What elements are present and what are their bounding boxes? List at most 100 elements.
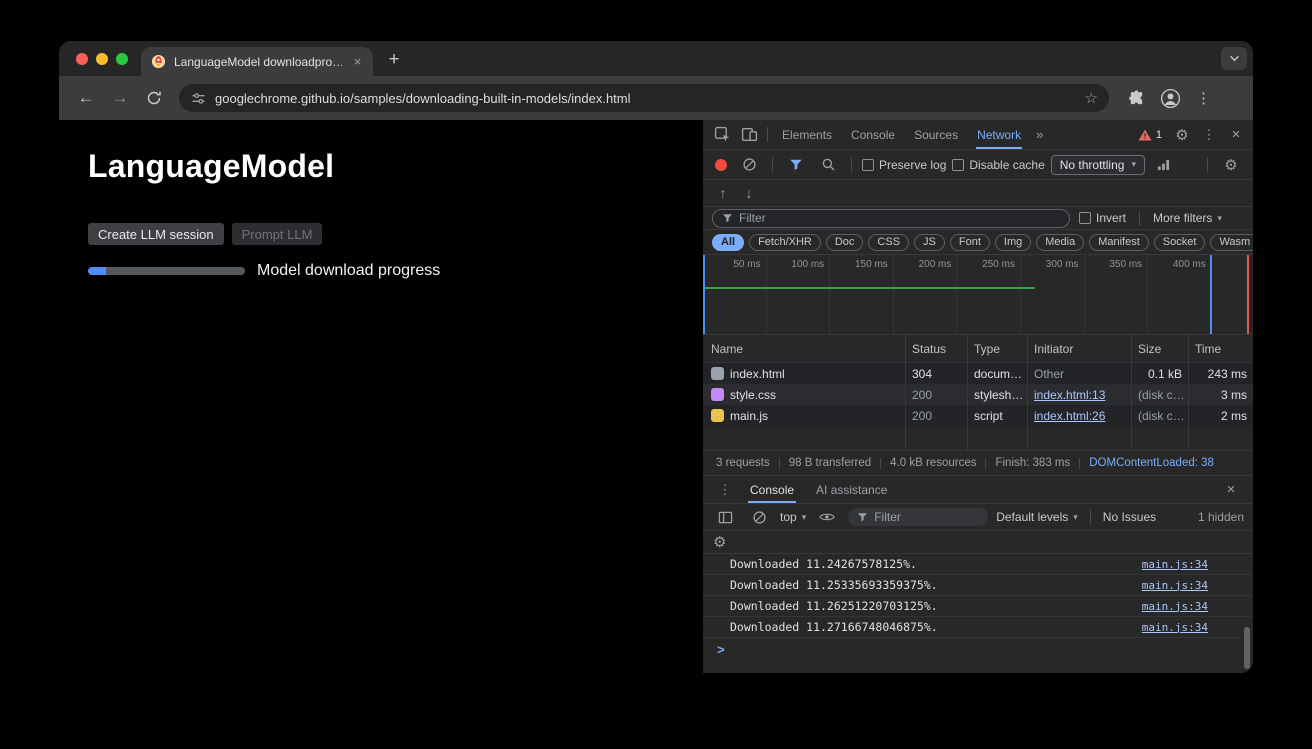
network-search-button[interactable] — [815, 153, 841, 177]
chip-doc[interactable]: Doc — [826, 234, 864, 251]
throttling-select[interactable]: No throttling ▾ — [1051, 155, 1145, 175]
console-settings-icon[interactable]: ⚙ — [713, 533, 726, 551]
initiator-link[interactable]: index.html:26 — [1034, 409, 1105, 423]
console-filter-input[interactable]: Filter — [848, 508, 988, 526]
request-time: 3 ms — [1188, 384, 1253, 405]
more-tabs-icon[interactable]: » — [1031, 127, 1048, 142]
clear-console-button[interactable] — [746, 505, 772, 529]
invert-control[interactable]: Invert — [1079, 211, 1126, 225]
column-type[interactable]: Type — [967, 335, 1027, 362]
divider — [1090, 510, 1091, 525]
tab-elements[interactable]: Elements — [773, 120, 841, 149]
table-row[interactable]: style.css 200 stylesh… index.html:13 (di… — [703, 384, 1253, 405]
console-message: Downloaded 11.26251220703125%. main.js:3… — [703, 596, 1253, 617]
table-row[interactable]: index.html 304 docum… Other 0.1 kB 243 m… — [703, 363, 1253, 384]
column-status[interactable]: Status — [905, 335, 967, 362]
window-close-button[interactable] — [76, 53, 88, 65]
column-name[interactable]: Name — [703, 335, 905, 362]
issues-button[interactable]: 1 — [1132, 129, 1168, 141]
hidden-messages-count[interactable]: 1 hidden — [1198, 510, 1244, 524]
column-initiator[interactable]: Initiator — [1027, 335, 1131, 362]
forward-button[interactable]: → — [105, 83, 135, 113]
tab-close-icon[interactable]: × — [350, 54, 365, 69]
record-network-log-button[interactable] — [715, 159, 727, 171]
chevron-down-icon — [1229, 55, 1240, 62]
drawer-scrollbar[interactable] — [1244, 627, 1250, 669]
filter-toggle-button[interactable] — [783, 153, 809, 177]
chip-all[interactable]: All — [712, 234, 744, 251]
source-link[interactable]: main.js:34 — [1142, 558, 1208, 571]
devtools-settings-icon[interactable]: ⚙ — [1169, 123, 1195, 147]
window-minimize-button[interactable] — [96, 53, 108, 65]
more-filters-dropdown[interactable]: More filters ▾ — [1153, 211, 1222, 225]
console-prompt[interactable]: > — [703, 638, 1253, 660]
tab-console[interactable]: Console — [842, 120, 904, 149]
chip-css[interactable]: CSS — [868, 234, 909, 251]
drawer-tab-ai-assistance[interactable]: AI assistance — [806, 476, 897, 503]
bookmark-star-icon[interactable]: ☆ — [1085, 89, 1098, 107]
execution-context-selector[interactable]: top ▾ — [780, 510, 806, 524]
browser-window: LanguageModel downloadpro… × + ← → googl… — [59, 41, 1253, 673]
devtools-menu-icon[interactable]: ⋮ — [1196, 123, 1222, 147]
drawer-tab-console[interactable]: Console — [740, 476, 804, 503]
inspect-element-button[interactable] — [709, 123, 735, 147]
export-har-icon[interactable]: ↓ — [738, 185, 760, 201]
preserve-log-checkbox[interactable] — [862, 159, 874, 171]
chip-wasm[interactable]: Wasm — [1210, 234, 1253, 251]
no-issues-label[interactable]: No Issues — [1103, 510, 1156, 524]
column-time[interactable]: Time — [1188, 335, 1253, 362]
invert-checkbox[interactable] — [1079, 212, 1091, 224]
message-text: Downloaded 11.25335693359375%. — [730, 578, 938, 592]
sidebar-panel-icon — [718, 510, 733, 525]
devtools-close-icon[interactable]: × — [1223, 123, 1249, 147]
source-link[interactable]: main.js:34 — [1142, 621, 1208, 634]
network-filter-input[interactable]: Filter — [712, 209, 1070, 228]
chip-js[interactable]: JS — [914, 234, 945, 251]
browser-tab[interactable]: LanguageModel downloadpro… × — [141, 47, 373, 76]
drawer-menu-icon[interactable]: ⋮ — [712, 478, 738, 502]
log-levels-dropdown[interactable]: Default levels ▾ — [996, 510, 1078, 524]
profile-avatar[interactable] — [1160, 88, 1181, 109]
import-har-icon[interactable]: ↑ — [712, 185, 734, 201]
console-sidebar-toggle[interactable] — [712, 505, 738, 529]
preserve-log-control[interactable]: Preserve log — [862, 158, 946, 172]
tab-sources[interactable]: Sources — [905, 120, 967, 149]
initiator-link[interactable]: index.html:13 — [1034, 388, 1105, 402]
chip-font[interactable]: Font — [950, 234, 990, 251]
window-zoom-button[interactable] — [116, 53, 128, 65]
source-link[interactable]: main.js:34 — [1142, 579, 1208, 592]
tab-network[interactable]: Network — [968, 120, 1030, 149]
network-conditions-button[interactable] — [1151, 153, 1177, 177]
site-settings-icon[interactable] — [191, 91, 206, 106]
chip-socket[interactable]: Socket — [1154, 234, 1206, 251]
clear-icon — [742, 157, 757, 172]
device-toolbar-button[interactable] — [736, 123, 762, 147]
drawer-close-icon[interactable]: × — [1218, 478, 1244, 502]
clear-network-log-button[interactable] — [736, 153, 762, 177]
network-settings-icon[interactable]: ⚙ — [1218, 153, 1244, 177]
address-bar[interactable]: googlechrome.github.io/samples/downloadi… — [179, 84, 1109, 112]
chip-fetch-xhr[interactable]: Fetch/XHR — [749, 234, 821, 251]
disable-cache-checkbox[interactable] — [952, 159, 964, 171]
source-link[interactable]: main.js:34 — [1142, 600, 1208, 613]
network-overview[interactable]: 50 ms 100 ms 150 ms 200 ms 250 ms 300 ms… — [703, 255, 1253, 335]
live-expression-button[interactable] — [814, 505, 840, 529]
caret-down-icon: ▾ — [802, 512, 807, 523]
extensions-icon[interactable] — [1128, 90, 1145, 107]
reload-button[interactable] — [139, 83, 169, 113]
browser-menu-icon[interactable]: ⋮ — [1196, 89, 1211, 107]
chip-media[interactable]: Media — [1036, 234, 1084, 251]
chip-img[interactable]: Img — [995, 234, 1031, 251]
disable-cache-control[interactable]: Disable cache — [952, 158, 1044, 172]
back-button[interactable]: ← — [71, 83, 101, 113]
table-row[interactable]: main.js 200 script index.html:26 (disk c… — [703, 405, 1253, 426]
prompt-llm-button[interactable]: Prompt LLM — [232, 223, 323, 245]
console-message: Downloaded 11.27166748046875%. main.js:3… — [703, 617, 1253, 638]
new-tab-button[interactable]: + — [381, 47, 407, 73]
tab-search-button[interactable] — [1221, 47, 1247, 70]
url-text: googlechrome.github.io/samples/downloadi… — [215, 91, 1076, 106]
chip-manifest[interactable]: Manifest — [1089, 234, 1149, 251]
create-llm-session-button[interactable]: Create LLM session — [88, 223, 224, 245]
progress-label: Model download progress — [257, 262, 440, 280]
column-size[interactable]: Size — [1131, 335, 1188, 362]
